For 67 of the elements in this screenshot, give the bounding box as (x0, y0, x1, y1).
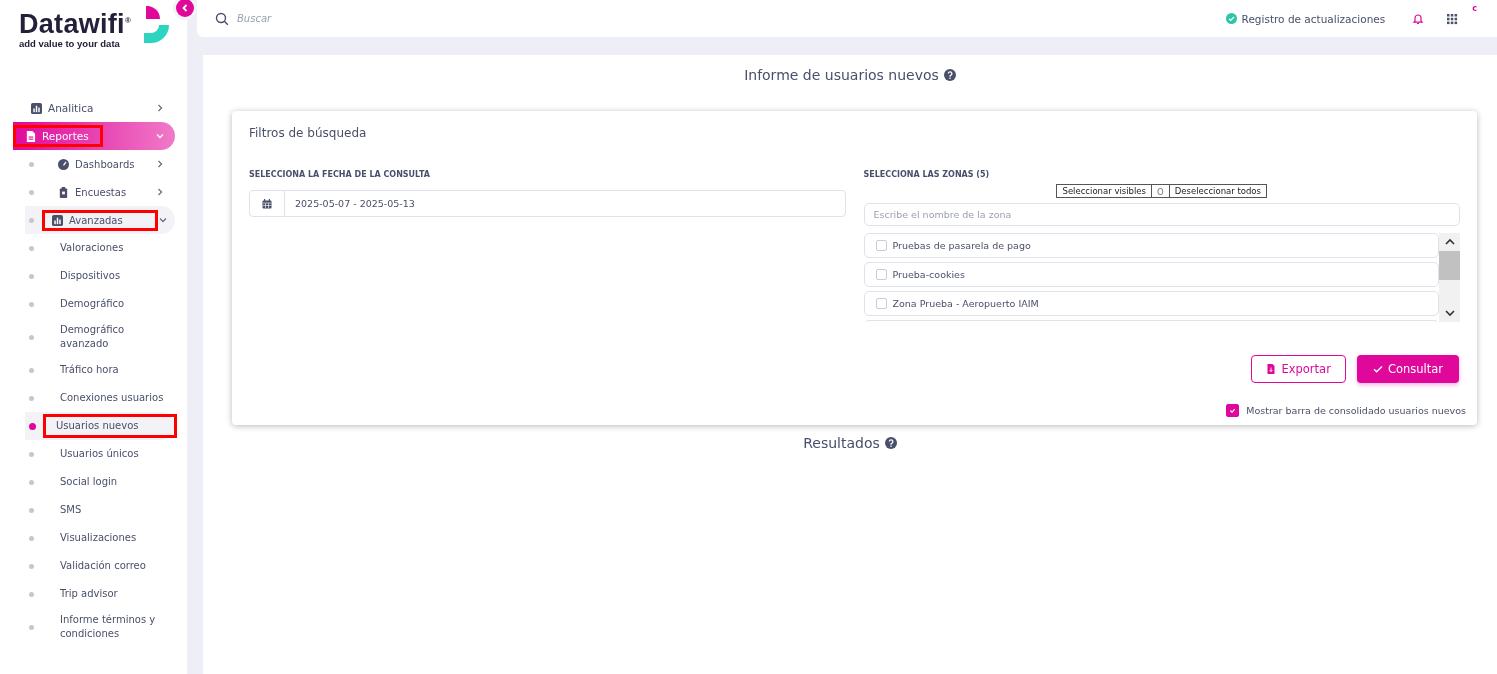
search-icon (215, 11, 229, 26)
sidebar-item[interactable]: Analitica (13, 94, 175, 122)
status-letter: c (1472, 4, 1477, 13)
chevron-right-icon (155, 103, 165, 113)
zone-item[interactable]: Zona Prueba - Aeropuerto IAIM (863, 291, 1439, 316)
deselect-all-button[interactable]: Deseleccionar todos (1168, 184, 1267, 198)
sidebar-item[interactable]: Avanzadas (25, 206, 175, 234)
sidebar-item[interactable]: Validación correo (25, 552, 175, 580)
sidebar-item[interactable]: SMS (25, 496, 175, 524)
sidebar-item[interactable]: Visualizaciones (25, 524, 175, 552)
sidebar-item[interactable]: Trip advisor (25, 580, 175, 608)
sidebar-item[interactable]: Conexiones usuarios (25, 384, 175, 412)
checkbox[interactable] (875, 240, 887, 251)
submit-button[interactable]: Consultar (1356, 355, 1459, 383)
check-icon (1372, 364, 1383, 374)
sidebar-item[interactable]: Dispositivos (25, 262, 175, 290)
chevron-down-icon (155, 131, 165, 141)
sidebar-item[interactable]: Social login (25, 468, 175, 496)
chevron-left-icon (180, 3, 190, 13)
sidebar-item[interactable]: Usuarios únicos (25, 440, 175, 468)
gauge-icon (58, 158, 69, 170)
scrollbar[interactable] (1439, 233, 1460, 322)
bar-chart-icon (52, 214, 63, 226)
clipboard-icon (58, 186, 69, 198)
checkbox[interactable] (875, 298, 887, 309)
sidebar-item[interactable]: Demográfico (25, 290, 175, 318)
chevron-right-icon (155, 187, 165, 197)
checkbox[interactable] (875, 269, 887, 280)
sidebar-item[interactable]: Demográfico avanzado (25, 318, 175, 356)
help-icon[interactable] (884, 437, 897, 449)
consolidated-checkbox[interactable]: Mostrar barra de consolidado usuarios nuevos (1226, 404, 1466, 417)
field-label: SELECCIONA LAS ZONAS (5) (863, 170, 991, 181)
check-circle-icon (1225, 13, 1237, 24)
export-button[interactable]: Exportar (1251, 355, 1346, 383)
search-field[interactable]: Buscar (235, 12, 439, 25)
card-title: Filtros de búsqueda (249, 126, 368, 140)
select-visible-button[interactable]: Seleccionar visibles (1056, 184, 1152, 198)
chevron-down-icon (158, 215, 168, 225)
sidebar-item[interactable]: Tráfico hora (25, 356, 175, 384)
changelog-link[interactable]: Registro de actualizaciones (1225, 12, 1386, 25)
sidebar-item[interactable]: Usuarios nuevos (25, 412, 175, 440)
sidebar-item[interactable]: Dashboards (25, 150, 175, 178)
file-download-icon (1266, 364, 1277, 374)
grid-icon[interactable] (1446, 12, 1459, 25)
zone-search-field[interactable]: Escribe el nombre de la zona (863, 203, 1460, 226)
sidebar-item[interactable]: Valoraciones (25, 234, 175, 262)
document-icon (25, 130, 36, 142)
calendar-icon (262, 198, 272, 209)
collapse-button[interactable] (176, 0, 194, 17)
zone-item[interactable]: Pruebas de pasarela de pago (863, 233, 1439, 258)
help-icon[interactable] (943, 69, 956, 81)
bar-chart-icon (31, 102, 42, 114)
page-title: Informe de usuarios nuevos (744, 67, 939, 83)
tagline: add value to your data (19, 38, 121, 49)
separator-text: O (1152, 184, 1169, 198)
checkbox[interactable] (1226, 404, 1240, 417)
chevron-right-icon (155, 159, 165, 169)
bell-icon[interactable] (1412, 12, 1425, 25)
brand-name: Datawifi$^{®}$ (19, 8, 132, 39)
section-title: Resultados (803, 435, 880, 451)
sidebar-item[interactable]: Reportes (13, 122, 175, 150)
zone-item[interactable]: Prueba-cookies (863, 262, 1439, 287)
check-icon (1229, 407, 1237, 414)
field-label: SELECCIONA LA FECHA DE LA CONSULTA (249, 170, 431, 181)
scroll-down-icon[interactable] (1443, 307, 1456, 319)
sidebar-item[interactable]: Informe términos y condiciones (25, 608, 175, 646)
sidebar-item[interactable]: Encuestas (25, 178, 175, 206)
